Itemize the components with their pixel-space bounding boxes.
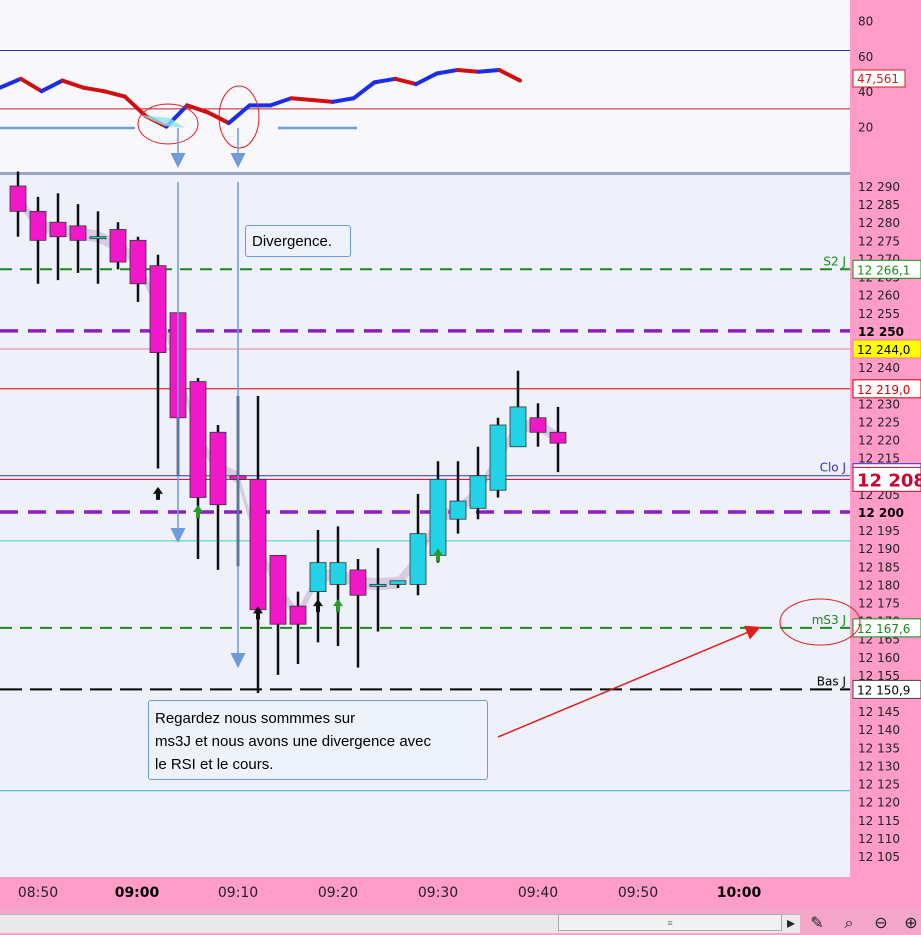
price-tick-label: 12 290 <box>858 180 900 194</box>
candle-body <box>269 555 287 625</box>
price-level-label: Bas J <box>817 674 846 688</box>
price-tick-label: 12 110 <box>858 832 900 846</box>
candle-body <box>309 562 327 593</box>
comment-note: Regardez nous sommmes sur ms3J et nous a… <box>148 700 488 780</box>
rsi-segment <box>476 67 502 74</box>
candle-body <box>209 431 227 506</box>
price-level-label: mS3 J <box>812 613 846 627</box>
candle-body <box>69 225 87 241</box>
scroll-thumb[interactable]: ≡ <box>558 914 782 931</box>
chart-settings-icon[interactable]: ✎ <box>806 912 828 934</box>
price-level-value: 12 208, <box>857 470 921 491</box>
zoom-in-icon[interactable]: ⊕ <box>900 912 921 934</box>
candle-body <box>49 221 67 238</box>
price-tick-label: 12 120 <box>858 796 900 810</box>
price-level-label: S2 J <box>823 254 846 268</box>
candle-body <box>389 580 407 585</box>
time-tick-label: 09:20 <box>318 885 358 901</box>
candle-body <box>329 562 347 585</box>
rsi-segment <box>310 98 335 104</box>
comment-line-2: ms3J et nous avons une divergence avec <box>155 733 431 750</box>
price-tick-label: 12 255 <box>858 307 900 321</box>
time-tick-label: 09:30 <box>418 885 458 901</box>
price-tick-label: 12 195 <box>858 524 900 538</box>
price-level-label: Clo J <box>820 461 846 475</box>
candle-body <box>469 475 487 509</box>
price-level-value: 12 266,1 <box>857 263 910 277</box>
time-tick-label: 09:00 <box>115 885 160 901</box>
candle-body <box>369 583 387 587</box>
comment-line-3: le RSI et le cours. <box>155 756 274 773</box>
time-tick-label: 09:10 <box>218 885 258 901</box>
candle-body <box>429 478 447 556</box>
price-tick-label: 12 260 <box>858 289 900 303</box>
candle-body <box>29 210 47 241</box>
candle-body <box>489 424 507 491</box>
candle-body <box>449 500 467 520</box>
candle-body <box>409 533 427 585</box>
price-tick-label: 12 190 <box>858 542 900 556</box>
candle-body <box>529 417 547 433</box>
candle-body <box>289 605 307 625</box>
candle-body <box>149 265 167 353</box>
pane-separator[interactable] <box>0 172 850 175</box>
price-tick-label: 12 160 <box>858 651 900 665</box>
rsi-value-label: 47,561 <box>857 72 899 86</box>
price-tick-label: 12 130 <box>858 759 900 773</box>
rsi-tick-label: 80 <box>858 14 873 28</box>
price-tick-label: 12 140 <box>858 723 900 737</box>
divergence-note-text: Divergence. <box>252 233 333 250</box>
price-tick-label: 12 250 <box>858 325 904 339</box>
rsi-segment <box>455 67 481 74</box>
rsi-tick-label: 20 <box>858 121 873 135</box>
rsi-pane-bg <box>0 0 850 172</box>
price-tick-label: 12 275 <box>858 234 900 248</box>
price-tick-label: 12 125 <box>858 778 900 792</box>
price-level-value: 12 167,6 <box>857 622 910 636</box>
price-tick-label: 12 240 <box>858 361 900 375</box>
time-tick-label: 08:50 <box>18 885 58 901</box>
price-tick-label: 12 220 <box>858 434 900 448</box>
price-tick-label: 12 185 <box>858 560 900 574</box>
price-tick-label: 12 280 <box>858 216 900 230</box>
candle-body <box>349 569 367 596</box>
price-tick-label: 12 200 <box>858 506 904 520</box>
candle-body <box>9 185 27 212</box>
candle-body <box>549 431 567 444</box>
price-tick-label: 12 225 <box>858 415 900 429</box>
candle-body <box>109 229 127 263</box>
comment-line-1: Regardez nous sommmes sur <box>155 710 356 727</box>
candle-body <box>249 478 267 611</box>
price-tick-label: 12 115 <box>858 814 900 828</box>
time-tick-label: 09:50 <box>618 885 658 901</box>
price-tick-label: 12 180 <box>858 578 900 592</box>
price-tick-label: 12 285 <box>858 198 900 212</box>
time-tick-label: 10:00 <box>717 885 762 901</box>
zoom-fit-icon[interactable]: ⌕ <box>838 912 860 934</box>
price-level-value: 12 150,9 <box>857 683 910 697</box>
rsi-tick-label: 60 <box>858 50 873 64</box>
trading-chart[interactable]: 2040608047,561 S2 JClo JmS3 JBas J 12 10… <box>0 0 921 935</box>
price-level-value: 12 244,0 <box>857 343 910 357</box>
price-tick-label: 12 105 <box>858 850 900 864</box>
candle-body <box>89 236 107 240</box>
price-tick-label: 12 175 <box>858 596 900 610</box>
candle-body <box>189 381 207 498</box>
candle-body <box>509 406 527 448</box>
price-tick-label: 12 135 <box>858 741 900 755</box>
price-tick-label: 12 145 <box>858 705 900 719</box>
zoom-out-icon[interactable]: ⊖ <box>870 912 892 934</box>
price-tick-label: 12 230 <box>858 397 900 411</box>
rsi-segment <box>289 96 314 103</box>
divergence-note: Divergence. <box>245 225 351 257</box>
scroll-right-icon[interactable]: ▸ <box>780 912 802 934</box>
price-level-value: 12 219,0 <box>857 383 910 397</box>
time-tick-label: 09:40 <box>518 885 558 901</box>
candle-body <box>129 239 147 285</box>
